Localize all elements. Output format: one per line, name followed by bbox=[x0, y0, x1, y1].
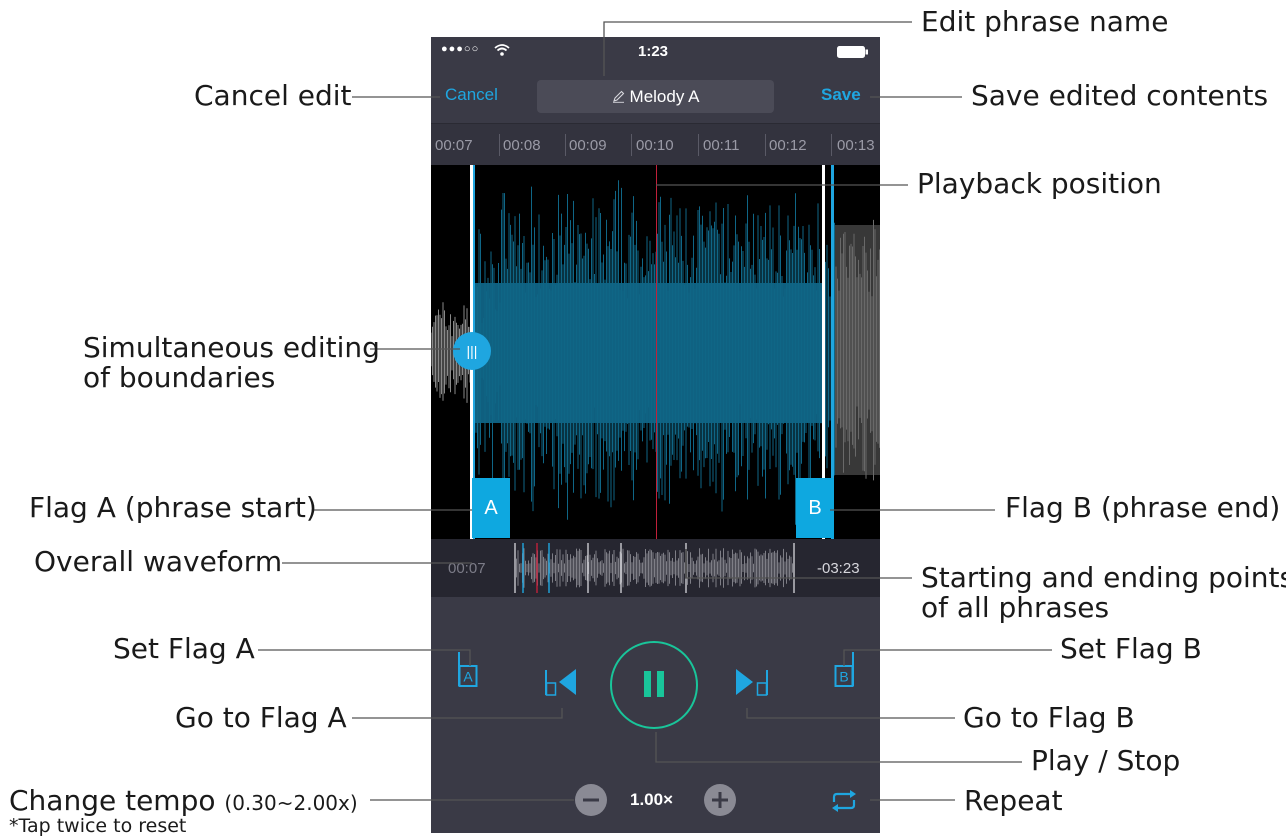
repeat-button[interactable] bbox=[829, 788, 859, 814]
pencil-icon bbox=[612, 90, 624, 103]
timeline-ruler[interactable]: 00:07 00:08 00:09 00:10 00:11 00:12 00:1… bbox=[431, 123, 880, 166]
annotation-starting-line2: of all phrases bbox=[921, 591, 1110, 624]
overview-waveform[interactable]: 00:07 -03:23 bbox=[431, 539, 880, 597]
set-flag-a-button[interactable]: A bbox=[457, 646, 479, 690]
annotation-simultaneous-line2: of boundaries bbox=[83, 361, 276, 394]
set-flag-b-icon: B bbox=[834, 652, 854, 687]
flag-a-label[interactable]: A bbox=[472, 478, 510, 538]
annotation-flag-b: Flag B (phrase end) bbox=[1005, 491, 1281, 524]
tick-divider bbox=[698, 134, 699, 156]
go-to-flag-a-button[interactable] bbox=[543, 666, 579, 698]
annotation-change-tempo: Change tempo (0.30~2.00x) bbox=[9, 785, 358, 819]
annotation-overall-waveform: Overall waveform bbox=[34, 545, 283, 578]
overview-wave bbox=[514, 543, 795, 593]
go-to-flag-a-icon bbox=[545, 669, 576, 696]
tick-divider bbox=[499, 134, 500, 156]
flag-b-label[interactable]: B bbox=[796, 478, 834, 538]
clock: 1:23 bbox=[638, 43, 669, 60]
flag-b-text: B bbox=[808, 497, 822, 519]
tempo-increase-button[interactable] bbox=[704, 784, 736, 816]
annotation-starting-line1: Starting and ending points bbox=[921, 561, 1286, 594]
timeline-tick: 00:09 bbox=[569, 137, 607, 154]
timeline-tick: 00:10 bbox=[636, 137, 674, 154]
overview-end-time: -03:23 bbox=[817, 560, 860, 577]
tempo-value: 1.00× bbox=[630, 790, 674, 809]
annotation-flag-a: Flag A (phrase start) bbox=[29, 491, 317, 524]
flag-a-text: A bbox=[484, 497, 498, 519]
waveform-outside-region bbox=[835, 225, 880, 475]
save-button[interactable]: Save bbox=[821, 85, 861, 105]
tick-divider bbox=[765, 134, 766, 156]
status-bar: ●●●○○ 1:23 bbox=[431, 37, 880, 67]
annotation-set-flag-a: Set Flag A bbox=[113, 632, 255, 665]
nav-bar: Cancel Melody A Save bbox=[431, 67, 880, 123]
pause-icon bbox=[644, 671, 664, 697]
handle-grip-icon: ||| bbox=[466, 343, 478, 359]
go-to-flag-b-button[interactable] bbox=[734, 666, 770, 698]
playhead[interactable] bbox=[656, 165, 657, 539]
phrase-name-field[interactable]: Melody A bbox=[537, 80, 774, 113]
signal-indicator: ●●●○○ bbox=[441, 43, 480, 55]
go-to-flag-b-icon bbox=[736, 669, 768, 696]
svg-text:A: A bbox=[463, 669, 473, 685]
annotation-simultaneous-line1: Simultaneous editing bbox=[83, 331, 380, 364]
annotation-play-stop: Play / Stop bbox=[1031, 744, 1181, 777]
phone-screen: ●●●○○ 1:23 Cancel Melody A Save 00:07 00… bbox=[431, 37, 880, 833]
battery-icon bbox=[837, 46, 868, 58]
wifi-icon bbox=[494, 44, 510, 56]
timeline-tick: 00:11 bbox=[703, 137, 740, 154]
timeline-tick: 00:07 bbox=[435, 137, 473, 154]
repeat-icon bbox=[832, 790, 856, 812]
annotation-tap-twice: *Tap twice to reset bbox=[9, 815, 187, 837]
set-flag-a-icon: A bbox=[458, 652, 478, 687]
timeline-tick: 00:08 bbox=[503, 137, 541, 154]
overview-start-time: 00:07 bbox=[448, 560, 486, 577]
annotation-go-flag-a: Go to Flag A bbox=[175, 701, 347, 734]
annotation-edit-phrase-name: Edit phrase name bbox=[921, 5, 1169, 38]
tick-divider bbox=[631, 134, 632, 156]
waveform-editor[interactable]: ||| A B bbox=[431, 165, 880, 539]
timeline-tick: 00:12 bbox=[769, 137, 807, 154]
tick-divider bbox=[831, 134, 832, 156]
transport-controls: A B 1.00× bbox=[431, 597, 880, 833]
minus-icon bbox=[583, 798, 599, 802]
timeline-tick: 00:13 bbox=[837, 137, 875, 154]
tick-divider bbox=[565, 134, 566, 156]
overview-spikes bbox=[514, 548, 795, 588]
set-flag-b-button[interactable]: B bbox=[833, 646, 855, 690]
play-pause-button[interactable] bbox=[610, 641, 698, 729]
svg-text:B: B bbox=[839, 669, 848, 685]
annotation-playback-position: Playback position bbox=[917, 167, 1162, 200]
boundary-handle[interactable]: ||| bbox=[453, 332, 491, 370]
annotation-change-tempo-text: Change tempo bbox=[9, 784, 216, 817]
annotation-cancel-edit: Cancel edit bbox=[194, 79, 352, 112]
annotation-repeat: Repeat bbox=[964, 784, 1063, 817]
cancel-button[interactable]: Cancel bbox=[445, 85, 498, 105]
annotation-save-edited: Save edited contents bbox=[971, 79, 1269, 112]
annotation-set-flag-b: Set Flag B bbox=[1060, 632, 1202, 665]
phrase-name: Melody A bbox=[629, 87, 700, 106]
plus-icon bbox=[712, 792, 728, 808]
tempo-decrease-button[interactable] bbox=[575, 784, 607, 816]
annotation-tempo-range: (0.30~2.00x) bbox=[224, 791, 358, 815]
annotation-go-flag-b: Go to Flag B bbox=[963, 701, 1135, 734]
